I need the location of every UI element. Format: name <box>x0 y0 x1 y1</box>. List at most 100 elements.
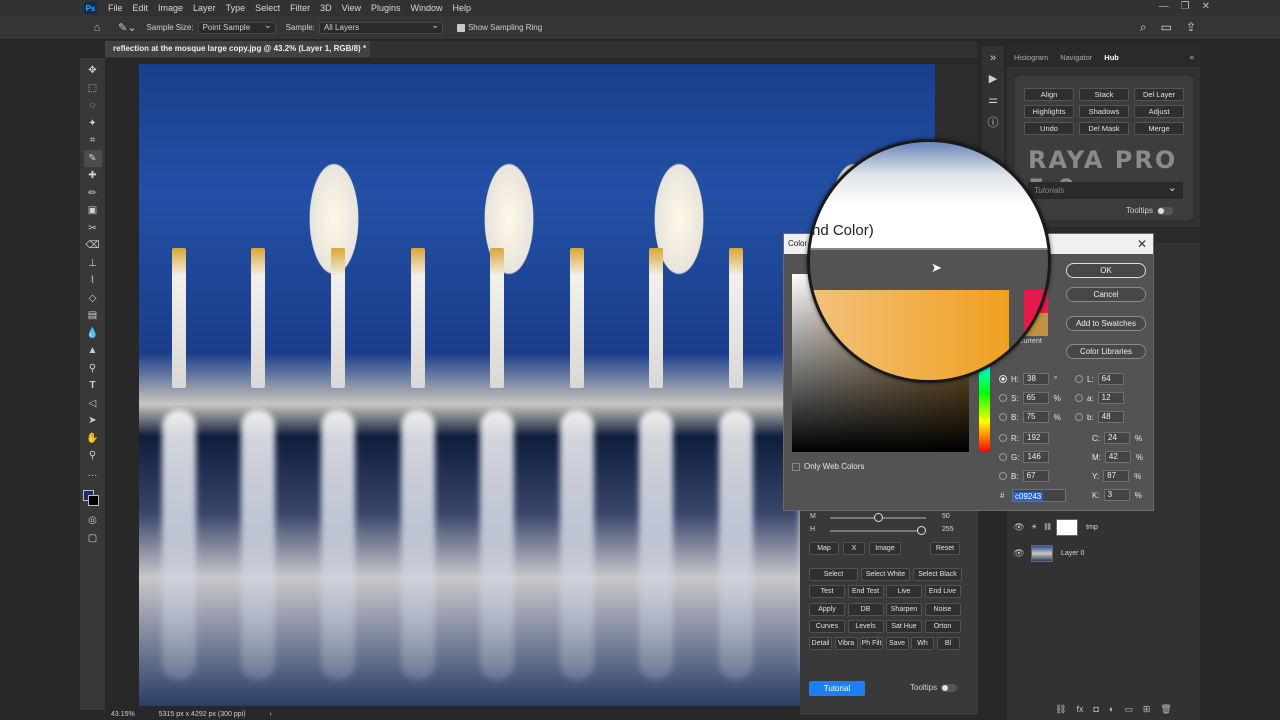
l-field[interactable]: 64 <box>1097 373 1124 385</box>
highlights-button[interactable]: Highlights <box>1024 105 1074 118</box>
adjustments-icon[interactable]: ⚌ <box>988 93 998 106</box>
layer-row[interactable]: 👁 ☀ ⛓ tmp <box>1007 514 1200 540</box>
raya-action-noise-button[interactable]: Noise <box>924 602 961 616</box>
fx-icon[interactable]: fx <box>1076 704 1083 715</box>
b-field[interactable]: 75 <box>1022 411 1049 423</box>
eraser-tool-icon[interactable]: ⌫ <box>84 237 102 255</box>
undo-button[interactable]: Undo <box>1024 122 1074 135</box>
hand-tool-icon[interactable]: ✋ <box>84 430 102 448</box>
close-window-icon[interactable]: ✕ <box>1202 0 1210 14</box>
minimize-icon[interactable]: — <box>1159 0 1169 14</box>
adjust-button[interactable]: Adjust <box>1134 105 1184 118</box>
menu-file[interactable]: File <box>103 0 128 16</box>
pen-tool-icon[interactable]: ⚲ <box>84 360 102 378</box>
menu-edit[interactable]: Edit <box>128 0 154 16</box>
new-fill-layer-icon[interactable]: ◐ <box>1109 704 1114 715</box>
raya-action-test-button[interactable]: Test <box>809 585 845 599</box>
l-radio[interactable] <box>1075 375 1083 383</box>
tutorials-select[interactable]: Tutorials <box>1028 180 1183 199</box>
blue-radio[interactable] <box>999 472 1007 480</box>
marquee-tool-icon[interactable]: ⬚ <box>84 80 102 98</box>
b-radio[interactable] <box>999 413 1007 421</box>
close-icon[interactable]: ✕ <box>1137 234 1147 254</box>
zoom-tool-icon[interactable]: ⚲ <box>84 447 102 465</box>
menu-image[interactable]: Image <box>153 0 188 16</box>
hex-field[interactable]: c09243 <box>1012 489 1066 502</box>
menu-help[interactable]: Help <box>448 0 477 16</box>
lab-b-field[interactable]: 48 <box>1097 411 1124 423</box>
background-color-swatch[interactable] <box>88 495 99 506</box>
workspace-icon[interactable]: ▭ <box>1161 20 1172 35</box>
r-radio[interactable] <box>999 434 1007 442</box>
raya-action-orton-button[interactable]: Orton <box>924 619 961 633</box>
raya-action-end-test-button[interactable]: End Test <box>847 585 884 599</box>
raya-action-end-live-button[interactable]: End Live <box>924 585 961 599</box>
ok-button[interactable]: OK <box>1066 263 1146 278</box>
k-field[interactable]: 3 <box>1103 489 1130 501</box>
stamp2-tool-icon[interactable]: ⊥ <box>84 255 102 273</box>
path-select-icon[interactable]: ◁ <box>84 395 102 413</box>
r-field[interactable]: 192 <box>1023 432 1049 444</box>
raya-action-save-button[interactable]: Save <box>885 637 909 651</box>
raya-action-select-button[interactable]: Select <box>809 568 858 581</box>
add-to-swatches-button[interactable]: Add to Swatches <box>1066 316 1146 331</box>
shadows-button[interactable]: Shadows <box>1079 105 1129 118</box>
only-web-colors-checkbox[interactable] <box>792 462 800 471</box>
stack-button[interactable]: Stack <box>1079 88 1129 101</box>
raya-action-live-button[interactable]: Live <box>886 585 922 599</box>
y-field[interactable]: 87 <box>1103 470 1130 482</box>
raya-action-apply-button[interactable]: Apply <box>809 602 845 616</box>
panel-menu-icon[interactable]: ≡ <box>1190 53 1194 62</box>
dodge-tool-icon[interactable]: ▲ <box>84 342 102 360</box>
new-group-icon[interactable]: ▭ <box>1124 704 1133 715</box>
blue-field[interactable]: 67 <box>1022 470 1049 482</box>
crop-tool-icon[interactable]: ⌗ <box>84 132 102 150</box>
sample-size-select[interactable]: Point Sample <box>197 20 276 34</box>
color-libraries-button[interactable]: Color Libraries <box>1066 344 1146 359</box>
layer-row[interactable]: 👁 Layer 0 <box>1007 540 1200 566</box>
a-field[interactable]: 12 <box>1097 392 1124 404</box>
menu-select[interactable]: Select <box>250 0 285 16</box>
status-chevron-icon[interactable]: › <box>270 711 272 718</box>
m-field[interactable]: 42 <box>1104 451 1131 463</box>
brush-tool-icon[interactable]: ✏ <box>84 185 102 203</box>
raya-action-levels-button[interactable]: Levels <box>847 619 884 633</box>
merge-button[interactable]: Merge <box>1134 122 1184 135</box>
raya-action-wh-button[interactable]: Wh <box>911 637 934 651</box>
g-radio[interactable] <box>999 453 1007 461</box>
toggle-switch[interactable] <box>1157 206 1173 215</box>
raya-action-curves-button[interactable]: Curves <box>809 619 845 633</box>
layer-mask-thumbnail[interactable] <box>1056 518 1079 536</box>
home-icon[interactable]: ⌂ <box>82 22 112 34</box>
tutorial-button[interactable]: Tutorial <box>809 681 865 696</box>
tooltips-toggle[interactable]: Tooltips <box>1126 206 1173 215</box>
menu-filter[interactable]: Filter <box>285 0 315 16</box>
c-field[interactable]: 24 <box>1104 432 1130 444</box>
menu-plugins[interactable]: Plugins <box>366 0 406 16</box>
raya-action-detail-button[interactable]: Detail <box>809 637 832 651</box>
visibility-eye-icon[interactable]: 👁 <box>1007 548 1031 559</box>
h-slider-knob[interactable] <box>917 526 926 535</box>
healing-brush-icon[interactable]: ✚ <box>84 167 102 185</box>
move-tool-icon[interactable]: ✥ <box>84 62 102 80</box>
tooltips-toggle[interactable]: Tooltips <box>910 683 958 692</box>
more-tools-icon[interactable]: … <box>84 465 102 483</box>
link-layers-icon[interactable]: ⛓ <box>1055 704 1066 715</box>
tab-hub[interactable]: Hub <box>1104 53 1119 62</box>
image-button[interactable]: Image <box>869 542 901 555</box>
a-radio[interactable] <box>1075 394 1083 402</box>
eyedropper-tool-icon[interactable]: ✎⌄ <box>118 21 136 34</box>
new-layer-icon[interactable]: ⊞ <box>1143 704 1151 715</box>
layer-thumbnail[interactable] <box>1031 544 1053 562</box>
gradient-tool-icon[interactable]: ▤ <box>84 307 102 325</box>
quick-mask-icon[interactable]: ◎ <box>84 512 102 530</box>
stamp-tool-icon[interactable]: ▣ <box>84 202 102 220</box>
only-web-colors-option[interactable]: Only Web Colors <box>792 462 864 471</box>
eyedropper-icon[interactable]: ✎ <box>83 149 102 167</box>
raya-action-sharpen-button[interactable]: Sharpen <box>886 602 922 616</box>
eraser2-icon[interactable]: ◇ <box>84 290 102 308</box>
del-mask-button[interactable]: Del Mask <box>1079 122 1129 135</box>
h-field[interactable]: 38 <box>1023 373 1049 385</box>
x-button[interactable]: X <box>843 542 865 555</box>
menu-type[interactable]: Type <box>221 0 251 16</box>
